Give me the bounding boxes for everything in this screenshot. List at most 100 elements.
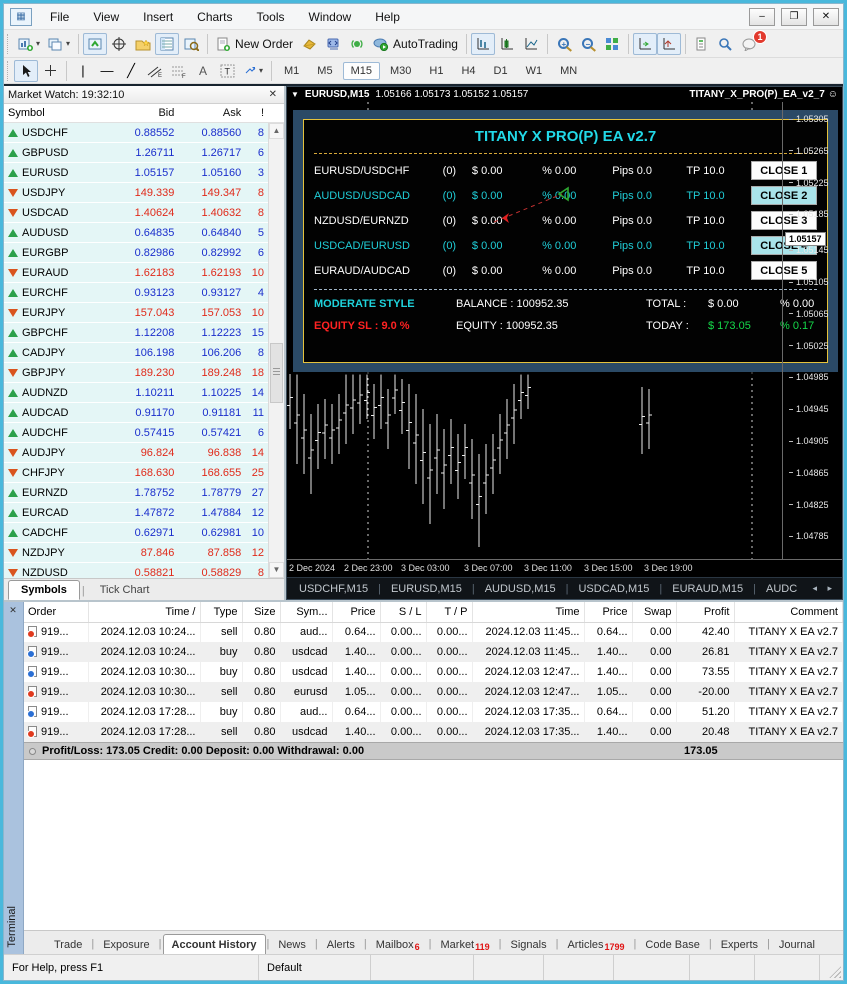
- menu-tools[interactable]: Tools: [245, 6, 297, 28]
- close-button[interactable]: ✕: [813, 7, 839, 26]
- chart-tab-usdcadm15[interactable]: USDCAD,M15: [572, 581, 655, 597]
- scrollbar-thumb[interactable]: [270, 343, 283, 403]
- term-col-time[interactable]: Time: [472, 602, 585, 623]
- market-watch-row[interactable]: USDCAD 1.40624 1.40632 8: [4, 203, 268, 223]
- terminal-tab-alerts[interactable]: Alerts: [319, 935, 363, 954]
- chart-tab-usdchfm15[interactable]: USDCHF,M15: [293, 581, 374, 597]
- timeframe-h1[interactable]: H1: [421, 62, 451, 80]
- market-watch-row[interactable]: EURJPY 157.043 157.053 10: [4, 303, 268, 323]
- term-col-price[interactable]: Price: [332, 602, 381, 623]
- notifications-button[interactable]: 1: [738, 29, 767, 55]
- text-label-tool-button[interactable]: T: [215, 60, 239, 82]
- market-watch-scrollbar[interactable]: ▲ ▼: [268, 123, 284, 578]
- market-watch-row[interactable]: USDJPY 149.339 149.347 8: [4, 183, 268, 203]
- auto-scroll-button[interactable]: [632, 32, 657, 55]
- new-order-button[interactable]: New Order: [212, 33, 297, 55]
- terminal-tab-signals[interactable]: Signals: [503, 935, 555, 954]
- market-watch-row[interactable]: AUDJPY 96.824 96.838 14: [4, 443, 268, 463]
- market-watch-row[interactable]: CHFJPY 168.630 168.655 25: [4, 463, 268, 483]
- chart-dropdown-icon[interactable]: ▼: [291, 90, 299, 99]
- timeframe-m15[interactable]: M15: [342, 61, 380, 80]
- term-col-profit[interactable]: Profit: [676, 602, 735, 623]
- crosshair-tool-button[interactable]: [38, 60, 62, 82]
- market-watch-row[interactable]: AUDCHF 0.57415 0.57421 6: [4, 423, 268, 443]
- term-col-size[interactable]: Size: [242, 602, 281, 623]
- order-row[interactable]: 919... 2024.12.03 10:24... sell 0.80 aud... 0…: [24, 622, 843, 642]
- vertical-line-tool-button[interactable]: |: [71, 60, 95, 82]
- candlestick-chart-button[interactable]: [495, 33, 519, 55]
- trendline-tool-button[interactable]: ╱: [119, 60, 143, 82]
- market-watch-row[interactable]: AUDCAD 0.91170 0.91181 11: [4, 403, 268, 423]
- market-watch-row[interactable]: EURGBP 0.82986 0.82992 6: [4, 243, 268, 263]
- minimize-button[interactable]: –: [749, 7, 775, 26]
- timeframe-m1[interactable]: M1: [276, 62, 307, 80]
- menu-insert[interactable]: Insert: [131, 6, 185, 28]
- new-chart-button[interactable]: ▾: [14, 33, 44, 55]
- chart-tab-euraudm15[interactable]: EURAUD,M15: [666, 581, 749, 597]
- expert-advisors-button[interactable]: [297, 33, 321, 55]
- timeframe-m5[interactable]: M5: [309, 62, 340, 80]
- crosshair-button[interactable]: [107, 33, 131, 55]
- terminal-close-icon[interactable]: ✕: [6, 604, 20, 618]
- search-button[interactable]: [714, 33, 738, 55]
- profiles-button[interactable]: ▾: [44, 33, 74, 55]
- mw-tab-symbols[interactable]: Symbols: [8, 580, 80, 600]
- menu-file[interactable]: File: [38, 6, 81, 28]
- mw-col-[interactable]: !: [245, 107, 268, 119]
- market-watch-row[interactable]: CADJPY 106.198 106.206 8: [4, 343, 268, 363]
- terminal-tab-mailbox[interactable]: Mailbox 6: [368, 935, 428, 954]
- fibonacci-tool-button[interactable]: F: [167, 60, 191, 82]
- tile-windows-button[interactable]: [600, 33, 624, 55]
- chart-shift-button[interactable]: [656, 32, 681, 55]
- time-axis[interactable]: 2 Dec 2024 2 Dec 23:00 3 Dec 03:00 3 Dec 07…: [287, 559, 842, 577]
- market-watch-row[interactable]: EURCAD 1.47872 1.47884 12: [4, 503, 268, 523]
- timeframe-h4[interactable]: H4: [453, 62, 483, 80]
- signals-button[interactable]: [345, 33, 369, 55]
- market-watch-row[interactable]: GBPCHF 1.12208 1.12223 15: [4, 323, 268, 343]
- metaeditor-button[interactable]: [321, 33, 345, 55]
- zoom-out-button[interactable]: −: [576, 33, 600, 55]
- indicators-button[interactable]: [690, 33, 714, 55]
- cursor-tool-button[interactable]: [14, 59, 38, 82]
- market-watch-close-icon[interactable]: ✕: [266, 89, 280, 100]
- chart-tabs-scroll-arrows[interactable]: ◂ ▸: [812, 583, 836, 594]
- terminal-tab-articles[interactable]: Articles 1799: [559, 935, 632, 954]
- order-row[interactable]: 919... 2024.12.03 17:28... buy 0.80 aud... 0.…: [24, 702, 843, 722]
- mw-col-ask[interactable]: Ask: [178, 107, 245, 119]
- menu-help[interactable]: Help: [363, 6, 412, 28]
- term-col-price[interactable]: Price: [584, 602, 633, 623]
- term-col-tp[interactable]: T / P: [426, 602, 473, 623]
- menu-view[interactable]: View: [81, 6, 131, 28]
- term-col-order[interactable]: Order: [24, 602, 89, 623]
- order-row[interactable]: 919... 2024.12.03 10:30... sell 0.80 eurusd 1…: [24, 682, 843, 702]
- timeframe-w1[interactable]: W1: [518, 62, 551, 80]
- market-watch-row[interactable]: USDCHF 0.88552 0.88560 8: [4, 123, 268, 143]
- term-col-sym[interactable]: Sym...: [280, 602, 333, 623]
- terminal-tab-exposure[interactable]: Exposure: [95, 935, 157, 954]
- order-row[interactable]: 919... 2024.12.03 10:24... buy 0.80 usdcad 1.…: [24, 642, 843, 662]
- market-watch-row[interactable]: EURUSD 1.05157 1.05160 3: [4, 163, 268, 183]
- terminal-tab-account-history[interactable]: Account History: [162, 934, 266, 954]
- market-watch-row[interactable]: NZDJPY 87.846 87.858 12: [4, 543, 268, 563]
- terminal-tab-code-base[interactable]: Code Base: [637, 935, 707, 954]
- chart-plot-area[interactable]: TITANY X PRO(P) EA v2.7 EURUSD/USDCHF (0)…: [287, 102, 842, 559]
- market-watch-row[interactable]: AUDNZD 1.10211 1.10225 14: [4, 383, 268, 403]
- terminal-tab-news[interactable]: News: [270, 935, 314, 954]
- scroll-up-icon[interactable]: ▲: [269, 123, 284, 139]
- order-row[interactable]: 919... 2024.12.03 10:30... buy 0.80 usdcad 1.…: [24, 662, 843, 682]
- chart-tab-eurusdm15[interactable]: EURUSD,M15: [385, 581, 468, 597]
- mw-col-symbol[interactable]: Symbol: [4, 107, 102, 119]
- chevron-down-icon[interactable]: ▾: [66, 39, 70, 48]
- term-col-swap[interactable]: Swap: [632, 602, 677, 623]
- mw-col-bid[interactable]: Bid: [102, 107, 178, 119]
- terminal-tab-market[interactable]: Market 119: [433, 935, 498, 954]
- timeframe-m30[interactable]: M30: [382, 62, 419, 80]
- arrows-tool-button[interactable]: ▾: [239, 60, 267, 82]
- market-watch-row[interactable]: GBPJPY 189.230 189.248 18: [4, 363, 268, 383]
- status-profile[interactable]: Default: [259, 955, 371, 980]
- market-watch-row[interactable]: GBPUSD 1.26711 1.26717 6: [4, 143, 268, 163]
- market-watch-row[interactable]: EURNZD 1.78752 1.78779 27: [4, 483, 268, 503]
- term-col-time[interactable]: Time /: [88, 602, 201, 623]
- terminal-tab-journal[interactable]: Journal: [771, 935, 823, 954]
- chart-scroll-button[interactable]: [83, 32, 108, 55]
